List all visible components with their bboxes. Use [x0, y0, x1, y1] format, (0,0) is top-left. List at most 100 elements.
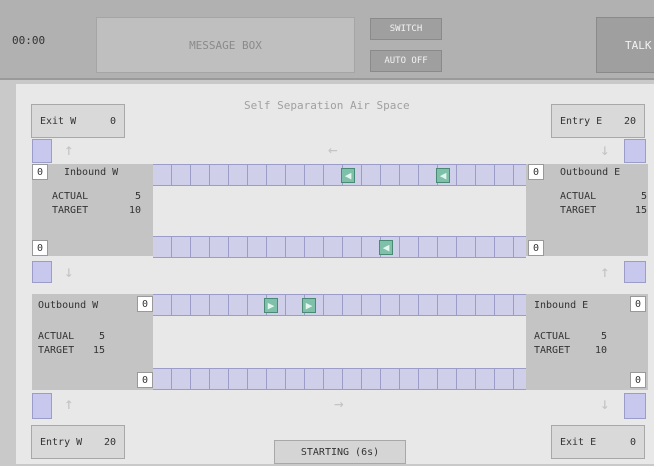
- message-box-text: MESSAGE BOX: [189, 38, 262, 52]
- lane-cell: [400, 237, 419, 257]
- aircraft-westbound-icon[interactable]: ◀: [436, 168, 450, 183]
- lane-cell: [229, 165, 248, 185]
- lane-cell: [210, 165, 229, 185]
- lane-cell: [419, 369, 438, 389]
- lane-cell: [476, 165, 495, 185]
- up-arrow-icon: ↑: [64, 140, 74, 159]
- entry-w-value: 20: [103, 436, 116, 448]
- entry-w-label: Entry W: [40, 436, 83, 448]
- lane-cell: [248, 237, 267, 257]
- lane-cell: [229, 237, 248, 257]
- inbound-w-bottom-count: 0: [32, 240, 48, 256]
- lane-cell: [267, 165, 286, 185]
- outbound-w-lane: ▶ ▶: [153, 294, 526, 316]
- outbound-w-return-lane: [153, 368, 526, 390]
- outbound-e-label: Outbound E: [560, 167, 621, 178]
- lane-cell: [457, 165, 476, 185]
- starting-status-label: STARTING (6s): [300, 446, 380, 458]
- lane-cell: [362, 369, 381, 389]
- outbound-w-panel: Outbound W 0 ACTUAL 5 TARGET 15 0: [32, 294, 153, 390]
- lane-cell: [381, 165, 400, 185]
- inbound-w-panel: 0 Inbound W ACTUAL 5 TARGET 10 0: [32, 164, 153, 256]
- lane-cell: [210, 237, 229, 257]
- up-arrow-icon: ↑: [600, 262, 610, 281]
- lane-cell: [457, 369, 476, 389]
- lane-cell: [362, 165, 381, 185]
- lane-cell: [286, 369, 305, 389]
- lane-cell: [381, 295, 400, 315]
- lane-cell: [248, 369, 267, 389]
- down-arrow-icon: ↓: [600, 394, 610, 413]
- west-vertical-cell-top: [32, 139, 52, 163]
- lane-cell: [267, 237, 286, 257]
- lane-cell: [172, 237, 191, 257]
- aircraft-westbound-icon[interactable]: ◀: [379, 240, 393, 255]
- inbound-e-label: Inbound E: [534, 300, 589, 311]
- aircraft-eastbound-icon[interactable]: ▶: [264, 298, 278, 313]
- inbound-w-target: 10: [129, 205, 142, 216]
- exit-w-value: 0: [109, 115, 116, 127]
- outbound-w-actual: 5: [99, 331, 106, 342]
- lane-cell: [305, 165, 324, 185]
- lane-cell: [476, 369, 495, 389]
- east-vertical-cell-mid: [624, 261, 646, 283]
- lane-cell: [438, 295, 457, 315]
- aircraft-eastbound-icon[interactable]: ▶: [302, 298, 316, 313]
- outbound-e-panel: 0 Outbound E ACTUAL 5 TARGET 15 0: [526, 164, 648, 256]
- outbound-e-target: 15: [635, 205, 648, 216]
- inbound-e-actual-label: ACTUAL: [534, 331, 571, 342]
- lane-cell: [438, 237, 457, 257]
- left-arrow-icon: ←: [328, 140, 338, 159]
- lane-cell: [286, 237, 305, 257]
- switch-button[interactable]: SWITCH: [370, 18, 442, 40]
- lane-cell: [172, 295, 191, 315]
- lane-cell: [495, 165, 514, 185]
- outbound-e-bottom-count: 0: [528, 240, 544, 256]
- lane-cell: [191, 295, 210, 315]
- entry-e-box: Entry E 20: [551, 104, 645, 138]
- aircraft-westbound-icon[interactable]: ◀: [341, 168, 355, 183]
- lane-cell: [172, 165, 191, 185]
- west-vertical-cell-bottom: [32, 393, 52, 419]
- timer: 00:00: [12, 34, 46, 47]
- inbound-w-label: Inbound W: [64, 167, 119, 178]
- lane-cell: [400, 369, 419, 389]
- auto-off-label: AUTO OFF: [384, 56, 428, 66]
- inbound-w-lane: ◀ ◀: [153, 164, 526, 186]
- starting-status-button[interactable]: STARTING (6s): [274, 440, 406, 464]
- down-arrow-icon: ↓: [600, 140, 610, 159]
- talk-label: TALK: [625, 38, 652, 52]
- outbound-w-bottom-count: 0: [137, 372, 153, 388]
- outbound-e-actual-label: ACTUAL: [560, 191, 597, 202]
- airspace-title: Self Separation Air Space: [244, 99, 410, 112]
- inbound-e-panel: Inbound E 0 ACTUAL 5 TARGET 10 0: [526, 294, 648, 390]
- east-vertical-cell-top: [624, 139, 646, 163]
- lane-cell: [324, 295, 343, 315]
- lane-cell: [381, 369, 400, 389]
- lane-cell: [400, 165, 419, 185]
- outbound-e-actual: 5: [641, 191, 648, 202]
- east-vertical-cell-bottom: [624, 393, 646, 419]
- talk-button[interactable]: TALK: [596, 17, 654, 73]
- lane-cell: [419, 295, 438, 315]
- outbound-w-target: 15: [93, 345, 106, 356]
- exit-e-label: Exit E: [560, 436, 597, 448]
- exit-w-label: Exit W: [40, 115, 77, 127]
- inbound-e-target-label: TARGET: [534, 345, 571, 356]
- lane-cell: [438, 369, 457, 389]
- outbound-e-top-count: 0: [528, 164, 544, 180]
- message-box: MESSAGE BOX: [96, 17, 355, 73]
- west-vertical-cell-mid: [32, 261, 52, 283]
- exit-e-value: 0: [629, 436, 636, 448]
- lane-cell: [286, 165, 305, 185]
- inbound-e-actual: 5: [601, 331, 608, 342]
- lane-cell: [495, 295, 514, 315]
- lane-cell: [153, 237, 172, 257]
- lane-cell: [191, 237, 210, 257]
- lane-cell: [172, 369, 191, 389]
- lane-cell: [324, 237, 343, 257]
- exit-w-box: Exit W 0: [31, 104, 125, 138]
- lane-cell: [267, 369, 286, 389]
- lane-cell: [419, 237, 438, 257]
- auto-off-button[interactable]: AUTO OFF: [370, 50, 442, 72]
